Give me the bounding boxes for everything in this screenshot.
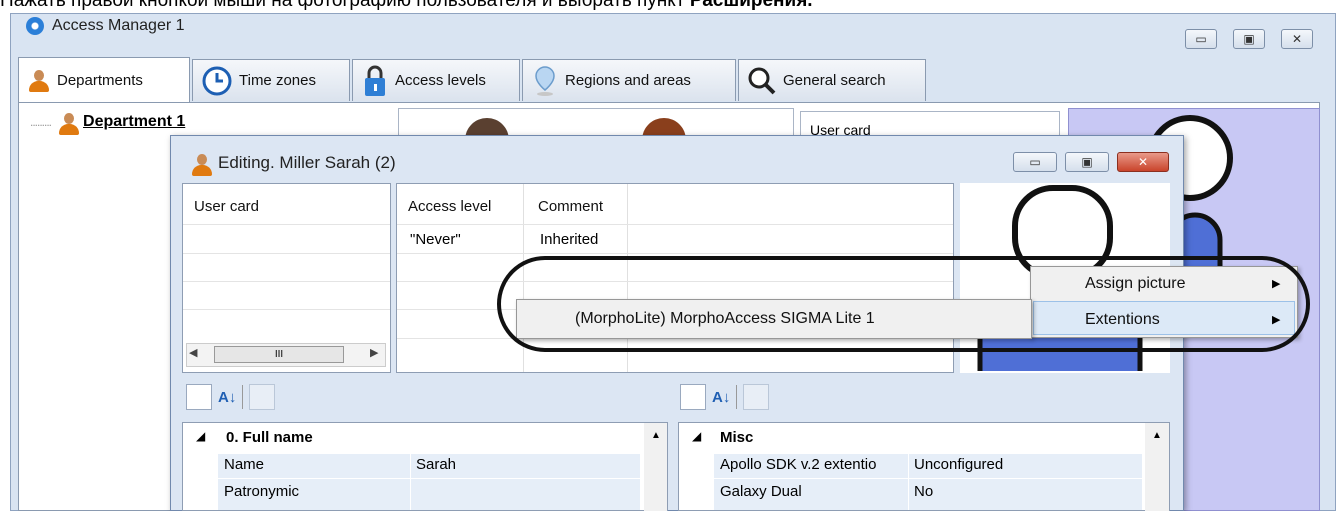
scroll-thumb[interactable]: III (214, 346, 344, 363)
grid-divider (183, 224, 390, 225)
person-icon (57, 112, 80, 135)
close-icon: ✕ (1291, 32, 1303, 46)
property-section-header: Misc (720, 429, 754, 446)
tab-general-search[interactable]: General search (738, 59, 926, 101)
user-card-header: User card (194, 198, 260, 215)
scroll-up-arrow-icon[interactable]: ▲ (1152, 430, 1162, 441)
grid-divider (397, 281, 953, 282)
access-level-header: Access level (408, 198, 492, 215)
context-menu-highlight (1033, 301, 1295, 335)
person-icon (27, 69, 51, 93)
minimize-icon: ▭ (1195, 32, 1207, 46)
tab-regions-and-areas[interactable]: Regions and areas (522, 59, 736, 101)
tree-node-department[interactable]: ......... Department 1 (30, 112, 185, 135)
close-button[interactable]: ✕ (1281, 29, 1313, 49)
grid-divider (397, 253, 953, 254)
collapse-icon[interactable]: ◢ (692, 429, 701, 443)
grid-divider (183, 281, 390, 282)
property-column-separator (908, 454, 909, 510)
categorized-view-icon[interactable] (680, 384, 706, 410)
menu-item-assign-picture[interactable]: Assign picture (1085, 275, 1186, 293)
grid-divider (183, 253, 390, 254)
sort-alpha-icon[interactable]: A↓ (712, 389, 730, 406)
grid-divider (627, 184, 628, 372)
left-props-toolbar: A↓ (186, 384, 276, 410)
right-props-toolbar: A↓ (680, 384, 770, 410)
scroll-up-arrow-icon[interactable]: ▲ (651, 430, 661, 441)
window-titlebar: Access Manager 1 (26, 17, 185, 35)
menu-item-morpholite-sigma[interactable]: (MorphoLite) MorphoAccess SIGMA Lite 1 (575, 310, 875, 328)
menu-item-extentions[interactable]: Extentions (1085, 311, 1160, 329)
comment-header: Comment (538, 198, 604, 215)
categorized-view-icon[interactable] (186, 384, 212, 410)
grid-divider (397, 224, 953, 225)
grid-divider (523, 184, 524, 372)
clock-icon (202, 66, 232, 95)
property-row-separator (218, 478, 640, 479)
window-title: Access Manager 1 (52, 17, 185, 34)
comment-cell[interactable]: Inherited (540, 231, 598, 248)
submenu-arrow-icon: ▶ (1272, 278, 1281, 290)
submenu-arrow-icon: ▶ (1272, 314, 1281, 326)
maximize-icon: ▣ (1243, 32, 1255, 46)
dialog-titlebar: Editing. Miller Sarah (2) (190, 153, 396, 176)
tab-departments[interactable]: Departments (18, 57, 190, 103)
tree-connector: ......... (30, 115, 52, 129)
property-section-header: 0. Full name (226, 429, 313, 446)
dialog-minimize-button[interactable]: ▭ (1013, 152, 1057, 172)
property-row-separator (714, 478, 1142, 479)
lock-icon (365, 65, 385, 96)
pin-icon (535, 65, 555, 96)
tab-time-zones[interactable]: Time zones (192, 59, 350, 101)
access-level-cell[interactable]: "Never" (410, 231, 461, 248)
maximize-icon: ▣ (1081, 155, 1093, 169)
magnifier-icon (748, 67, 776, 94)
minimize-icon: ▭ (1029, 155, 1041, 169)
grid-divider (183, 309, 390, 310)
property-value[interactable]: Unconfigured (914, 456, 1003, 473)
property-value[interactable]: Sarah (416, 456, 456, 473)
tab-access-levels[interactable]: Access levels (352, 59, 520, 101)
property-name: Apollo SDK v.2 extentio (720, 456, 877, 473)
toolbar-separator (736, 385, 738, 409)
scroll-left-arrow-icon[interactable]: ◀ (189, 346, 197, 359)
caption-bold-term: Расширения. (689, 0, 813, 11)
property-pages-icon[interactable] (249, 384, 276, 410)
maximize-button[interactable]: ▣ (1233, 29, 1265, 49)
toolbar-separator (242, 385, 244, 409)
dialog-close-button[interactable]: ✕ (1117, 152, 1169, 172)
close-icon: ✕ (1137, 155, 1149, 169)
minimize-button[interactable]: ▭ (1185, 29, 1217, 49)
app-icon (26, 17, 44, 35)
collapse-icon[interactable]: ◢ (196, 429, 205, 443)
property-value[interactable]: No (914, 483, 933, 500)
dialog-title: Editing. Miller Sarah (2) (218, 153, 396, 172)
property-pages-icon[interactable] (743, 384, 770, 410)
property-name: Patronymic (224, 483, 300, 500)
instruction-caption: Нажать правой кнопкой мыши на фотографию… (0, 0, 813, 12)
property-name: Galaxy Dual (720, 483, 802, 500)
person-icon (190, 153, 212, 176)
dialog-maximize-button[interactable]: ▣ (1065, 152, 1109, 172)
property-column-separator (410, 454, 411, 510)
property-name: Name (224, 456, 265, 473)
scroll-right-arrow-icon[interactable]: ▶ (370, 346, 378, 359)
sort-alpha-icon[interactable]: A↓ (218, 389, 236, 406)
